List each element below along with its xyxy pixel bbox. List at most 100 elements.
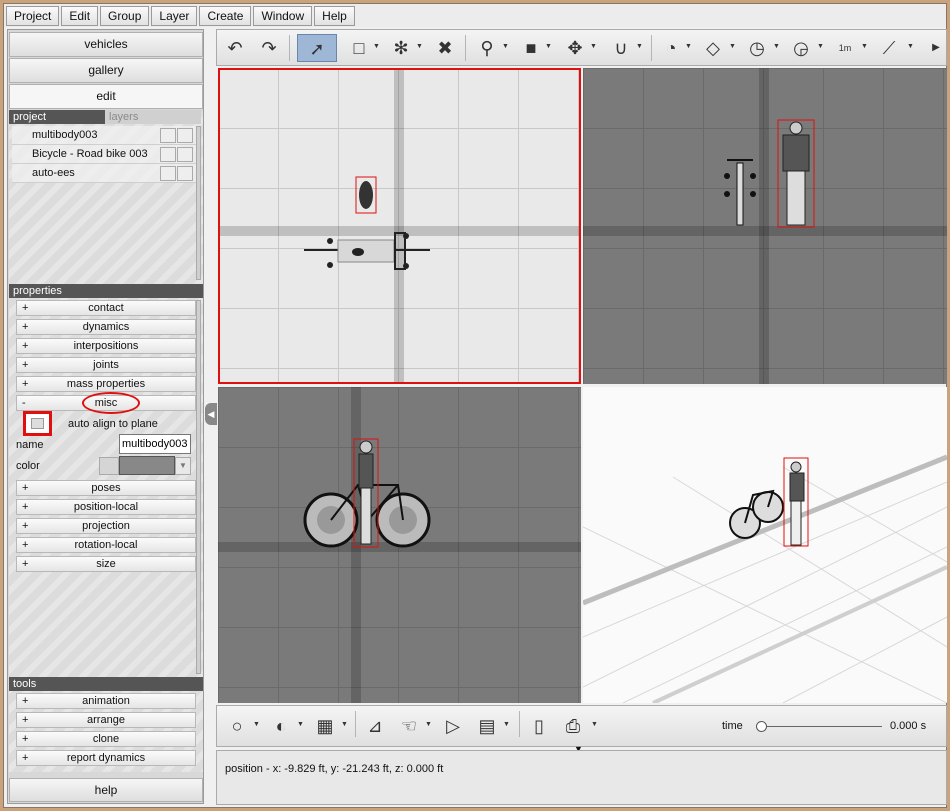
menu-project[interactable]: Project — [6, 6, 60, 26]
property-projection[interactable]: + projection — [16, 518, 196, 534]
chevron-down-icon[interactable]: ▼ — [636, 43, 643, 50]
visibility-toggle[interactable] — [160, 128, 176, 143]
record-icon[interactable]: ▤ — [473, 712, 501, 740]
time-slider-handle[interactable] — [756, 721, 767, 732]
lock-toggle[interactable] — [177, 147, 193, 162]
viewport-top[interactable] — [218, 68, 581, 384]
box-icon[interactable]: ■ — [517, 34, 545, 62]
nav-vehicles-button[interactable]: vehicles — [9, 32, 203, 57]
chevron-down-icon[interactable]: ▼ — [341, 721, 348, 728]
undo-icon[interactable]: ↶ — [221, 34, 249, 62]
join-icon[interactable]: ✻ — [387, 34, 415, 62]
project-scrollbar[interactable] — [196, 126, 201, 280]
panel-collapse-icon[interactable]: ◀ — [205, 403, 217, 425]
plane-icon[interactable]: ◇ — [699, 34, 727, 62]
redo-icon[interactable]: ↷ — [255, 34, 283, 62]
chevron-down-icon[interactable]: ▼ — [297, 721, 304, 728]
collapse-icon: - — [22, 397, 26, 409]
viewport-perspective[interactable] — [583, 387, 947, 703]
auto-align-checkbox[interactable] — [23, 411, 52, 436]
chevron-down-icon[interactable]: ▼ — [729, 43, 736, 50]
time-slider-track[interactable] — [762, 726, 882, 727]
chevron-down-icon[interactable]: ▼ — [773, 43, 780, 50]
list-item[interactable]: auto-ees — [12, 164, 198, 183]
menu-edit[interactable]: Edit — [61, 6, 99, 26]
chevron-down-icon[interactable]: ▼ — [861, 43, 868, 50]
property-contact[interactable]: + contact — [16, 300, 196, 316]
play-icon[interactable]: ▷ — [439, 712, 467, 740]
property-dynamics[interactable]: + dynamics — [16, 319, 196, 335]
chevron-down-icon[interactable]: ▼ — [503, 721, 510, 728]
visibility-toggle[interactable] — [160, 147, 176, 162]
shape-icon[interactable]: ◐ — [267, 712, 295, 740]
property-interpositions[interactable]: + interpositions — [16, 338, 196, 354]
chevron-down-icon[interactable]: ▼ — [416, 43, 423, 50]
list-item[interactable]: multibody003 — [12, 126, 198, 145]
grid-icon[interactable]: ▦ — [311, 712, 339, 740]
delete-icon[interactable]: ✖ — [431, 34, 459, 62]
zoom-icon[interactable]: ⚲ — [473, 34, 501, 62]
tape-icon[interactable]: ⟋ — [875, 34, 903, 62]
dial-icon[interactable]: ◶ — [787, 34, 815, 62]
angle-icon[interactable]: ◷ — [743, 34, 771, 62]
menu-help[interactable]: Help — [314, 6, 355, 26]
property-position-local[interactable]: + position-local — [16, 499, 196, 515]
chevron-down-icon[interactable]: ▼ — [590, 43, 597, 50]
property-mass-properties[interactable]: + mass properties — [16, 376, 196, 392]
select-arrow-icon[interactable]: ➚ — [297, 34, 337, 62]
chevron-down-icon[interactable]: ▼ — [425, 721, 432, 728]
rotate-icon[interactable]: ◔ — [657, 34, 685, 62]
chevron-down-icon[interactable]: ▼ — [685, 43, 692, 50]
color-swatch[interactable] — [119, 456, 175, 475]
menu-create[interactable]: Create — [199, 6, 252, 26]
nav-gallery-button[interactable]: gallery — [9, 58, 203, 83]
viewport-front[interactable] — [218, 387, 581, 703]
auto-align-label: auto align to plane — [68, 418, 158, 430]
move-icon[interactable]: ✥ — [561, 34, 589, 62]
magnet-icon[interactable]: ∪ — [607, 34, 635, 62]
select-rect-icon[interactable]: □ — [345, 34, 373, 62]
name-field[interactable] — [119, 434, 191, 454]
tool-report-dynamics[interactable]: + report dynamics — [16, 750, 196, 766]
tool-label: clone — [92, 733, 120, 745]
property-joints[interactable]: + joints — [16, 357, 196, 373]
property-size[interactable]: + size — [16, 556, 196, 572]
chevron-down-icon[interactable]: ▼ — [502, 43, 509, 50]
property-poses[interactable]: + poses — [16, 480, 196, 496]
chevron-down-icon[interactable]: ▼ — [253, 721, 260, 728]
chevron-down-icon[interactable]: ▼ — [373, 43, 380, 50]
tool-arrange[interactable]: + arrange — [16, 712, 196, 728]
menu-window[interactable]: Window — [253, 6, 313, 26]
tool-clone[interactable]: + clone — [16, 731, 196, 747]
visibility-toggle[interactable] — [160, 166, 176, 181]
property-label: projection — [82, 520, 130, 532]
chevron-down-icon[interactable]: ▼ — [175, 457, 191, 475]
help-button[interactable]: help — [9, 778, 203, 802]
toolbar-divider — [465, 35, 466, 61]
tool-animation[interactable]: + animation — [16, 693, 196, 709]
menu-group[interactable]: Group — [100, 6, 150, 26]
list-item[interactable]: Bicycle - Road bike 003 — [12, 145, 198, 164]
tab-project[interactable]: project — [9, 110, 105, 124]
chevron-down-icon[interactable]: ▼ — [591, 721, 598, 728]
menu-layer[interactable]: Layer — [151, 6, 198, 26]
lock-toggle[interactable] — [177, 166, 193, 181]
color-preview[interactable] — [99, 457, 119, 475]
viewport-side[interactable] — [583, 68, 947, 384]
nav-edit-button[interactable]: edit — [9, 84, 203, 109]
lock-toggle[interactable] — [177, 128, 193, 143]
property-rotation-local[interactable]: + rotation-local — [16, 537, 196, 553]
sphere-icon[interactable]: ○ — [223, 712, 251, 740]
left-panel: vehicles gallery edit project layers mul… — [7, 29, 204, 804]
hand-icon[interactable]: ☜ — [395, 712, 423, 740]
measure-icon[interactable]: 1m — [831, 34, 859, 62]
print-icon[interactable]: ⎙ — [559, 712, 587, 740]
chevron-down-icon[interactable]: ▼ — [907, 43, 914, 50]
chevron-right-icon[interactable]: ▶ — [929, 34, 943, 62]
properties-scrollbar[interactable] — [196, 300, 201, 674]
graph-icon[interactable]: ⊿ — [361, 712, 389, 740]
tab-layers[interactable]: layers — [105, 110, 201, 124]
document-icon[interactable]: ▯ — [525, 712, 553, 740]
chevron-down-icon[interactable]: ▼ — [545, 43, 552, 50]
chevron-down-icon[interactable]: ▼ — [817, 43, 824, 50]
